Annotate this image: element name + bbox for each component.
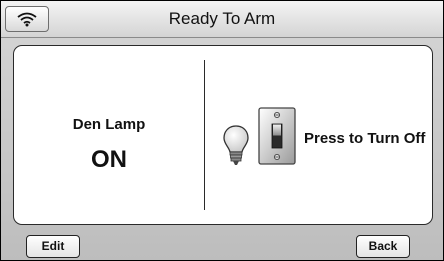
light-switch-button[interactable] [258, 107, 296, 170]
device-state: ON [91, 146, 127, 173]
bottom-bar: Edit Back [1, 233, 443, 260]
back-button[interactable]: Back [356, 235, 410, 258]
panel-divider [204, 60, 205, 210]
action-label[interactable]: Press to Turn Off [304, 130, 425, 147]
wifi-button[interactable] [5, 6, 49, 32]
device-screen: Ready To Arm Den Lamp ON Press to Turn O… [1, 1, 443, 260]
title-bar: Ready To Arm [1, 1, 443, 38]
edit-button[interactable]: Edit [26, 235, 80, 258]
device-panel: Den Lamp ON Press to Turn Off [13, 45, 433, 225]
device-name: Den Lamp [72, 116, 146, 133]
light-bulb-icon [223, 125, 249, 165]
light-switch-icon [258, 107, 296, 165]
wifi-icon [17, 12, 37, 27]
page-title: Ready To Arm [168, 9, 276, 28]
